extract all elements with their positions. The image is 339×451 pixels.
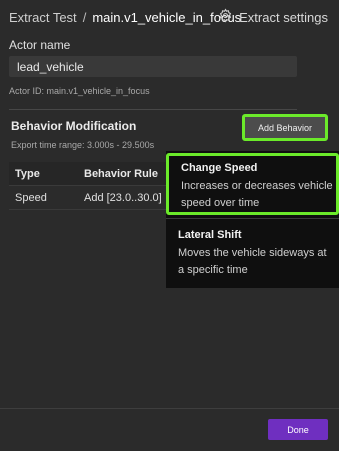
column-header-rule: Behavior Rule bbox=[84, 167, 158, 180]
menu-item-lateral-shift[interactable]: Lateral Shift Moves the vehicle sideways… bbox=[166, 223, 339, 283]
row-type-cell: Speed bbox=[15, 191, 47, 204]
menu-divider bbox=[166, 218, 339, 219]
menu-item-description: Moves the vehicle sideways at a specific… bbox=[178, 245, 339, 279]
row-rule-cell: Add [23.0..30.0] bbox=[84, 191, 162, 204]
export-time-range: Export time range: 3.000s - 29.500s bbox=[11, 140, 155, 150]
menu-item-title: Lateral Shift bbox=[178, 229, 242, 241]
actor-id-text: Actor ID: main.v1_vehicle_in_focus bbox=[9, 86, 150, 96]
table-row[interactable]: Speed Add [23.0..30.0] bbox=[9, 186, 171, 210]
column-header-type: Type bbox=[15, 167, 40, 180]
actor-name-label: Actor name bbox=[9, 38, 71, 52]
add-behavior-button[interactable]: Add Behavior bbox=[242, 114, 328, 141]
actor-name-input[interactable] bbox=[9, 56, 297, 77]
description-line: Moves the vehicle sideways at bbox=[178, 247, 327, 259]
extract-settings-label: Extract settings bbox=[239, 9, 328, 25]
menu-item-title: Change Speed bbox=[181, 162, 258, 174]
description-line: speed over time bbox=[181, 197, 260, 209]
behavior-section-title: Behavior Modification bbox=[11, 119, 137, 133]
description-line: Increases or decreases vehicle bbox=[181, 180, 333, 192]
table-header: Type Behavior Rule bbox=[9, 162, 171, 186]
section-divider bbox=[9, 109, 297, 110]
description-line: a specific time bbox=[178, 264, 248, 276]
menu-item-change-speed[interactable]: Change Speed Increases or decreases vehi… bbox=[166, 153, 339, 215]
breadcrumb-separator: / bbox=[82, 9, 87, 25]
done-button[interactable]: Done bbox=[268, 419, 328, 440]
behavior-type-menu: Change Speed Increases or decreases vehi… bbox=[166, 151, 339, 288]
gear-icon bbox=[218, 8, 233, 26]
footer-divider bbox=[0, 408, 339, 409]
behavior-table: Type Behavior Rule Speed Add [23.0..30.0… bbox=[9, 162, 171, 210]
breadcrumb-root[interactable]: Extract Test bbox=[9, 10, 77, 25]
menu-item-description: Increases or decreases vehicle speed ove… bbox=[181, 178, 339, 212]
extract-settings-button[interactable]: Extract settings bbox=[218, 0, 328, 34]
